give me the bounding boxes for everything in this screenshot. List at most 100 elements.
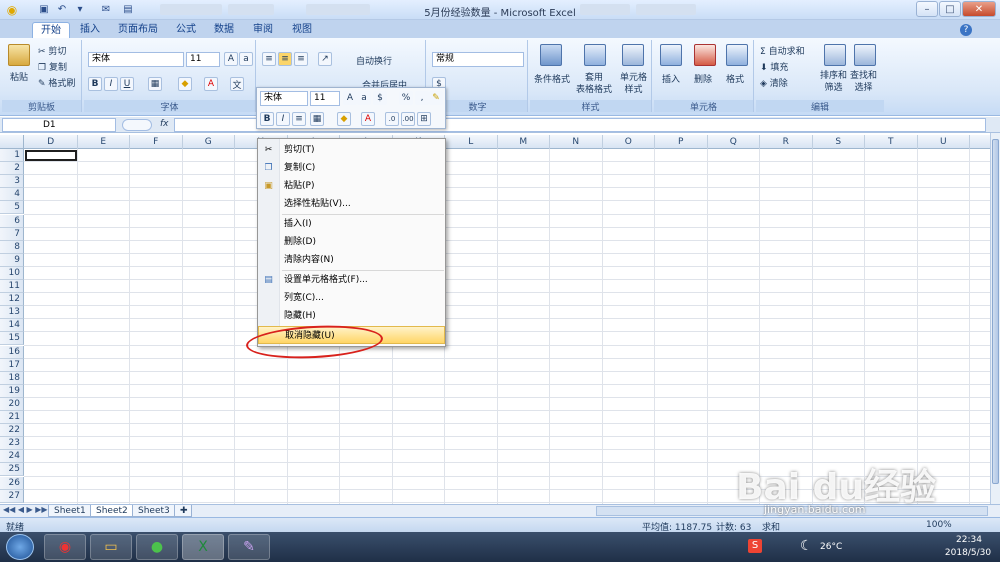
mini-decrease-decimal-icon[interactable]: .00 [401, 112, 415, 126]
row-header[interactable]: 22 [0, 424, 24, 438]
number-format-select[interactable]: 常规 [432, 52, 524, 67]
column-header[interactable]: D [25, 135, 78, 149]
italic-button[interactable]: I [104, 77, 118, 91]
row-header[interactable]: 27 [0, 489, 24, 503]
row-header[interactable]: 17 [0, 358, 24, 372]
row-header[interactable]: 18 [0, 371, 24, 385]
row-header[interactable]: 10 [0, 266, 24, 280]
orientation-icon[interactable]: ↗ [318, 52, 332, 66]
active-cell[interactable] [25, 150, 77, 161]
minimize-button[interactable]: – [916, 1, 938, 17]
clock-time[interactable]: 22:34 [944, 535, 994, 545]
cut-button[interactable]: ✂ 剪切 [38, 44, 66, 57]
column-header[interactable]: U [918, 135, 970, 149]
format-cells-button[interactable]: 格式 [726, 72, 744, 85]
mini-fill-color-icon[interactable]: ◆ [337, 112, 351, 126]
bold-button[interactable]: B [88, 77, 102, 91]
mini-center-icon[interactable]: ≡ [292, 112, 306, 126]
chrome-icon[interactable]: ◉ [44, 534, 86, 560]
paint-icon[interactable]: ✎ [228, 534, 270, 560]
find-select-button[interactable]: 查找和 选择 [850, 70, 877, 94]
mini-border-icon[interactable]: ▦ [310, 112, 324, 126]
paste-icon[interactable] [8, 44, 30, 66]
column-header[interactable]: P [655, 135, 708, 149]
insert-cells-button[interactable]: 插入 [662, 72, 680, 85]
mini-percent-button[interactable]: % [399, 91, 413, 105]
help-icon[interactable]: ? [960, 24, 972, 36]
format-cells-icon[interactable] [726, 44, 748, 66]
align-middle-icon[interactable]: ≡ [278, 52, 292, 66]
row-header[interactable]: 15 [0, 332, 24, 346]
tab-home[interactable]: 开始 [32, 22, 70, 38]
explorer-icon[interactable]: ▭ [90, 534, 132, 560]
mini-currency-icon[interactable]: $ [373, 91, 387, 105]
row-header[interactable]: 14 [0, 319, 24, 333]
menu-item-clear-contents[interactable]: 清除内容(N) [258, 251, 445, 269]
format-table-button[interactable]: 套用 表格格式 [576, 72, 612, 96]
align-bottom-icon[interactable]: ≡ [294, 52, 308, 66]
row-header[interactable]: 4 [0, 188, 24, 202]
copy-button[interactable]: ❐ 复制 [38, 60, 67, 73]
column-header[interactable]: M [498, 135, 550, 149]
wechat-icon[interactable]: ● [136, 534, 178, 560]
conditional-format-icon[interactable] [540, 44, 562, 66]
row-header[interactable]: 9 [0, 253, 24, 267]
paste-label[interactable]: 粘贴 [10, 70, 28, 83]
mini-format-painter-icon[interactable]: ✎ [429, 91, 443, 105]
row-header[interactable]: 11 [0, 280, 24, 293]
row-header[interactable]: 3 [0, 175, 24, 189]
row-header[interactable]: 25 [0, 463, 24, 477]
fill-color-icon[interactable]: ◆ [178, 77, 192, 91]
phonetic-icon[interactable]: 文 [230, 77, 244, 91]
delete-cells-icon[interactable] [694, 44, 716, 66]
menu-item-format-cells[interactable]: ▤ 设置单元格格式(F)... [258, 271, 445, 289]
select-all-corner[interactable] [0, 135, 24, 149]
wrap-text-button[interactable]: 自动换行 [356, 54, 392, 67]
font-color-icon[interactable]: A [204, 77, 218, 91]
sheet-tab-1[interactable]: Sheet1 [48, 505, 92, 517]
mini-italic-icon[interactable]: I [276, 112, 290, 126]
sort-filter-button[interactable]: 排序和 筛选 [820, 70, 847, 94]
row-header[interactable]: 21 [0, 411, 24, 424]
name-box[interactable]: D1 [2, 118, 116, 132]
menu-item-delete[interactable]: 删除(D) [258, 233, 445, 251]
mini-font-select[interactable]: 宋体 [260, 91, 308, 106]
formula-expand-handle[interactable] [122, 119, 152, 131]
column-header[interactable]: L [445, 135, 498, 149]
row-header[interactable]: 6 [0, 214, 24, 228]
row-header[interactable]: 13 [0, 306, 24, 320]
close-button[interactable]: ✕ [962, 1, 996, 17]
row-header[interactable]: 24 [0, 450, 24, 464]
row-header[interactable]: 19 [0, 384, 24, 398]
menu-item-column-width[interactable]: 列宽(C)... [258, 289, 445, 307]
border-icon[interactable]: ▦ [148, 77, 162, 91]
mini-shrink-font-icon[interactable]: a [357, 91, 371, 105]
clock-date[interactable]: 2018/5/30 [938, 548, 998, 558]
tab-view[interactable]: 视图 [284, 22, 320, 38]
autosum-button[interactable]: Σ 自动求和 [760, 44, 805, 57]
column-header[interactable]: Q [708, 135, 760, 149]
zoom-level[interactable]: 100% [926, 520, 952, 530]
weather-moon-icon[interactable]: ☾ [800, 538, 813, 554]
menu-item-paste-special[interactable]: 选择性粘贴(V)... [258, 195, 445, 213]
column-header[interactable]: G [183, 135, 235, 149]
worksheet-grid[interactable]: DEFGHIJKLMNOPQRSTU 123456789101112131415… [0, 135, 990, 504]
column-header[interactable]: E [78, 135, 130, 149]
fill-button[interactable]: ⬇ 填充 [760, 60, 788, 73]
mini-font-color-icon[interactable]: A [361, 112, 375, 126]
menu-item-cut[interactable]: ✂ 剪切(T) [258, 141, 445, 159]
mini-merge-icon[interactable]: ⊞ [417, 112, 431, 126]
row-header[interactable]: 23 [0, 437, 24, 451]
delete-cells-button[interactable]: 删除 [694, 72, 712, 85]
row-header[interactable]: 5 [0, 201, 24, 215]
row-header[interactable]: 7 [0, 227, 24, 241]
shrink-font-icon[interactable]: a [239, 52, 253, 66]
grow-font-icon[interactable]: A [224, 52, 238, 66]
row-header[interactable]: 26 [0, 476, 24, 490]
excel-icon[interactable]: X [182, 534, 224, 560]
insert-cells-icon[interactable] [660, 44, 682, 66]
insert-function-icon[interactable]: fx [160, 119, 169, 129]
row-header[interactable]: 2 [0, 162, 24, 176]
input-method-icon[interactable]: S [748, 539, 762, 553]
sort-filter-icon[interactable] [824, 44, 846, 66]
